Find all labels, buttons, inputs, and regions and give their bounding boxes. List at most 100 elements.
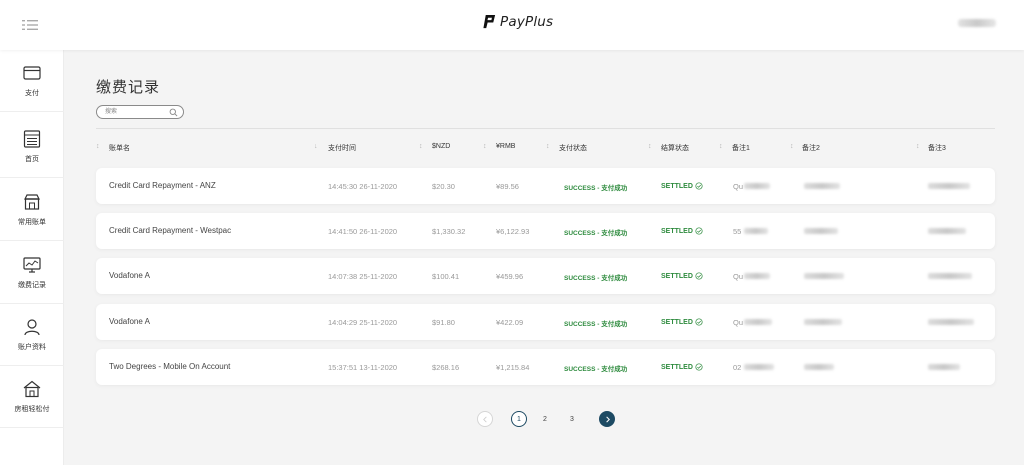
note2-redacted: [804, 228, 838, 234]
column-header-note2[interactable]: 备注2: [802, 143, 820, 153]
sidebar-item-label: 支付: [25, 90, 39, 97]
note1-text: Qu: [733, 272, 744, 281]
note2-redacted: [804, 183, 840, 189]
sidebar-item-label: 缴费记录: [18, 282, 46, 289]
table-row[interactable]: Credit Card Repayment - Westpac 14:41:50…: [96, 213, 995, 249]
sort-icon[interactable]: ↕: [790, 143, 794, 150]
list-icon: [23, 130, 41, 148]
sidebar-item-label: 首页: [25, 156, 39, 163]
settle-status: SETTLED: [661, 363, 703, 371]
settle-status-text: SETTLED: [661, 318, 693, 326]
card-icon: [23, 66, 41, 80]
table-row[interactable]: Vodafone A 14:04:29 25-11-2020 $91.80 ¥4…: [96, 304, 995, 340]
sidebar-item-pay[interactable]: 支付: [0, 50, 64, 112]
pay-time: 14:41:50 26-11-2020: [328, 227, 398, 236]
note3-redacted: [928, 319, 974, 325]
payplus-logo-icon: [483, 14, 496, 29]
pay-status: SUCCESS - 支付成功: [564, 230, 628, 237]
sort-icon[interactable]: ↕: [916, 143, 920, 150]
settle-status-text: SETTLED: [661, 363, 693, 371]
pay-status: SUCCESS - 支付成功: [564, 321, 628, 328]
pay-time: 14:07:38 25-11-2020: [328, 272, 398, 281]
sort-icon[interactable]: ↓: [314, 143, 318, 150]
settle-status-text: SETTLED: [661, 272, 693, 280]
column-header-bill-name[interactable]: 账单名: [109, 143, 130, 153]
sort-icon[interactable]: ↕: [648, 143, 652, 150]
sidebar-item-payment-records[interactable]: 缴费记录: [0, 242, 64, 304]
sort-icon[interactable]: ↕: [419, 143, 423, 150]
check-circle-icon: [695, 272, 703, 280]
note1-redacted: [744, 183, 770, 189]
pagination-page-2[interactable]: 2: [537, 411, 553, 427]
note2-redacted: [804, 273, 844, 279]
check-circle-icon: [695, 182, 703, 190]
sort-icon[interactable]: ↕: [719, 143, 723, 150]
check-circle-icon: [695, 227, 703, 235]
chevron-left-icon: [482, 416, 487, 422]
search-input[interactable]: [105, 107, 167, 117]
sort-icon[interactable]: ↕: [96, 143, 100, 150]
sidebar-item-label: 房租轻松付: [14, 406, 50, 413]
settle-status-text: SETTLED: [661, 182, 693, 190]
table-row[interactable]: Credit Card Repayment - ANZ 14:45:30 26-…: [96, 168, 995, 204]
column-header-note3[interactable]: 备注3: [928, 143, 946, 153]
note1-redacted: [744, 319, 772, 325]
sidebar-item-common-bills[interactable]: 常用账单: [0, 179, 64, 241]
sidebar-item-label: 账户资料: [18, 344, 46, 351]
pay-time: 14:45:30 26-11-2020: [328, 182, 398, 191]
note3-redacted: [928, 364, 960, 370]
settle-status-text: SETTLED: [661, 227, 693, 235]
pay-status: SUCCESS - 支付成功: [564, 366, 628, 373]
house-icon: [23, 380, 41, 398]
search-icon[interactable]: [169, 108, 178, 117]
table-row[interactable]: Vodafone A 14:07:38 25-11-2020 $100.41 ¥…: [96, 258, 995, 294]
sort-icon[interactable]: ↕: [546, 143, 550, 150]
search-box[interactable]: [96, 105, 184, 119]
pagination-next-button[interactable]: [599, 411, 615, 427]
column-header-pay-status[interactable]: 支付状态: [559, 143, 587, 153]
user-name-redacted[interactable]: [958, 19, 996, 27]
pay-time: 14:04:29 25-11-2020: [328, 318, 398, 327]
logo-text: PayPlus: [500, 13, 554, 30]
monitor-icon: [23, 257, 41, 273]
column-header-pay-time[interactable]: 支付时间: [328, 143, 356, 153]
amount-rmb: ¥6,122.93: [496, 227, 530, 236]
sidebar-item-rent-pay[interactable]: 房租轻松付: [0, 366, 64, 428]
pagination-prev-button[interactable]: [477, 411, 493, 427]
column-header-settle-status[interactable]: 结算状态: [661, 143, 689, 153]
sidebar-item-label: 常用账单: [18, 219, 46, 226]
note3-redacted: [928, 183, 970, 189]
menu-icon[interactable]: [22, 18, 38, 30]
table-row[interactable]: Two Degrees - Mobile On Account 15:37:51…: [96, 349, 995, 385]
bill-name: Two Degrees - Mobile On Account: [109, 362, 231, 371]
amount-nzd: $100.41: [432, 272, 460, 281]
sidebar-item-home[interactable]: 首页: [0, 116, 64, 178]
sort-icon[interactable]: ↕: [483, 143, 487, 150]
amount-rmb: ¥422.09: [496, 318, 524, 327]
note1-text: Qu: [733, 318, 744, 327]
pay-status: SUCCESS - 支付成功: [564, 185, 628, 192]
column-header-note1[interactable]: 备注1: [732, 143, 750, 153]
note3-redacted: [928, 273, 972, 279]
chevron-right-icon: [605, 416, 610, 422]
note1-redacted: [744, 364, 774, 370]
check-circle-icon: [695, 363, 703, 371]
settle-status: SETTLED: [661, 182, 703, 190]
note1-redacted: [744, 273, 770, 279]
sidebar-item-account-profile[interactable]: 账户资料: [0, 304, 64, 366]
top-bar: PayPlus: [0, 0, 1024, 50]
user-icon: [24, 319, 40, 336]
column-header-rmb[interactable]: ¥RMB: [496, 143, 515, 150]
amount-nzd: $20.30: [432, 182, 455, 191]
amount-rmb: ¥89.56: [496, 182, 519, 191]
pagination-page-3[interactable]: 3: [564, 411, 580, 427]
settle-status: SETTLED: [661, 272, 703, 280]
amount-rmb: ¥459.96: [496, 272, 524, 281]
note2-redacted: [804, 364, 834, 370]
column-header-nzd[interactable]: $NZD: [432, 143, 450, 150]
settle-status: SETTLED: [661, 227, 703, 235]
note1-text: 55: [733, 227, 742, 236]
amount-rmb: ¥1,215.84: [496, 363, 530, 372]
check-circle-icon: [695, 318, 703, 326]
pagination-page-1[interactable]: 1: [511, 411, 527, 427]
